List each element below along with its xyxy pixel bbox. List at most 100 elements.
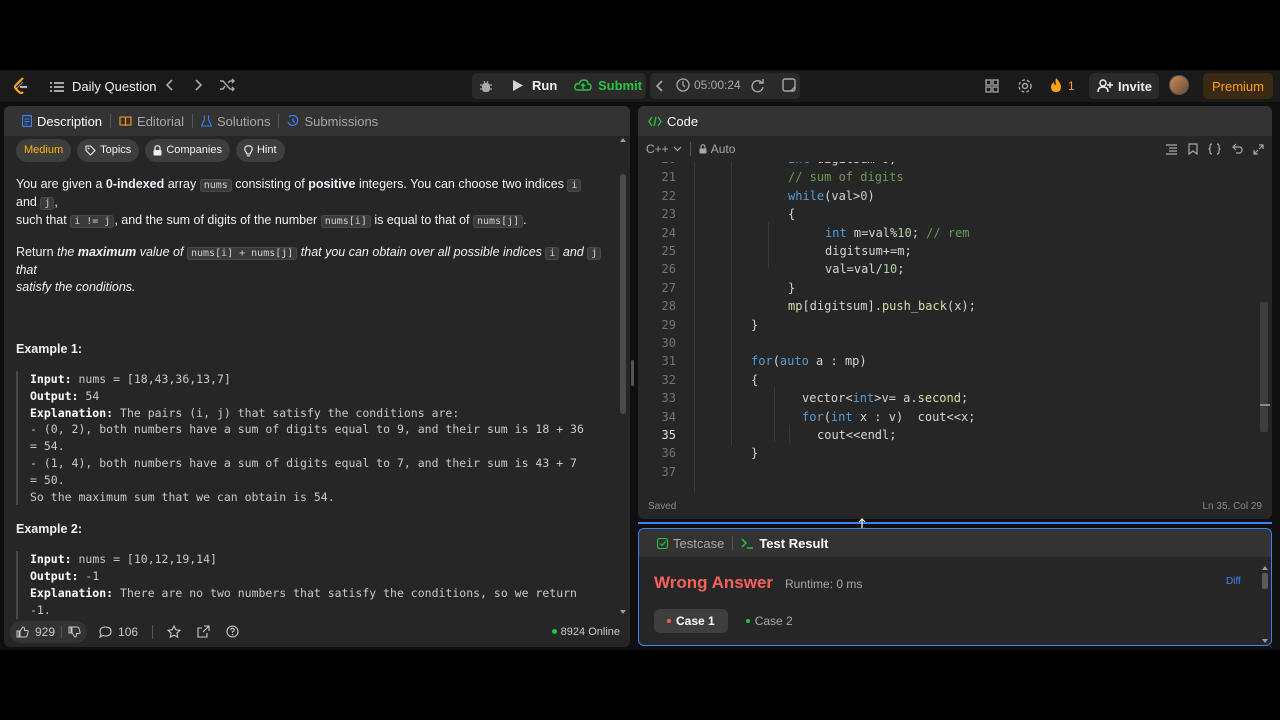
online-indicator: 8924 Online — [551, 626, 620, 638]
tab-description[interactable]: Description — [14, 106, 110, 136]
settings-gear-icon[interactable] — [1017, 78, 1033, 94]
text: is equal to that of — [370, 213, 474, 227]
line-number-text: 21 — [661, 170, 676, 185]
topics-label: Topics — [100, 144, 132, 156]
line-number-text: 34 — [661, 409, 676, 424]
inline-code: i — [567, 179, 582, 192]
tab-test-result[interactable]: Test Result — [733, 529, 836, 557]
avatar[interactable] — [1169, 75, 1189, 95]
example-2-title: Example 2: — [16, 522, 83, 537]
line-number-text: 27 — [661, 280, 676, 295]
code-tabbar: Code — [638, 106, 1272, 136]
submit-button[interactable]: Submit — [574, 78, 642, 93]
line-number-text: 33 — [661, 391, 676, 406]
indent-guide — [789, 425, 790, 443]
run-button[interactable]: Run — [512, 78, 557, 93]
text-italic: and — [559, 245, 588, 259]
lock-icon — [699, 144, 707, 154]
case-tabs: Case 1 Case 2 — [654, 609, 801, 633]
thumbs-down-icon[interactable] — [68, 626, 81, 638]
comments-button[interactable]: 106 — [99, 625, 138, 639]
lock-icon — [153, 145, 162, 156]
case-tab-1[interactable]: Case 1 — [654, 609, 728, 633]
description-scrollbar[interactable] — [618, 136, 628, 616]
play-icon — [512, 79, 524, 92]
code-editor[interactable]: 202122232425262728293031323334353637 int… — [638, 162, 1272, 492]
chip-row: Medium Topics Companies Hint — [16, 139, 604, 162]
layout-icon[interactable] — [985, 79, 999, 93]
horizontal-resize-handle[interactable] — [638, 522, 1272, 524]
result-scrollbar[interactable] — [1261, 565, 1269, 645]
streak-count: 1 — [1068, 78, 1075, 93]
text: You are given a — [16, 177, 106, 191]
editor-scrollbar[interactable] — [1260, 302, 1268, 432]
tab-submissions[interactable]: Submissions — [279, 106, 386, 136]
invite-button[interactable]: Invite — [1089, 73, 1159, 99]
diff-toggle[interactable]: Diff — [1226, 576, 1241, 587]
language-select[interactable]: C++ — [646, 142, 682, 156]
tab-solutions[interactable]: Solutions — [193, 106, 278, 136]
collapse-timer-icon[interactable] — [655, 79, 665, 93]
inline-code: nums[i] — [320, 215, 371, 228]
panel-resize-handle[interactable] — [631, 360, 634, 386]
explanation-line: = 54. — [30, 439, 65, 454]
text: and — [16, 195, 41, 209]
example-2-input: Input: nums = [10,12,19,14] — [30, 551, 604, 568]
premium-button[interactable]: Premium — [1203, 73, 1273, 99]
timer[interactable]: 05:00:24 — [676, 78, 741, 92]
share-icon[interactable] — [197, 625, 210, 638]
inline-code: j — [587, 247, 602, 260]
list-icon — [50, 81, 64, 93]
thumbs-up-icon[interactable] — [16, 625, 29, 638]
text-italic: satisfy the conditions. — [16, 280, 136, 294]
mode-value: Auto — [710, 142, 736, 156]
note-icon[interactable] — [782, 78, 796, 92]
text: Return — [16, 245, 57, 259]
book-icon — [119, 115, 132, 127]
example-1-explanation: Explanation: The pairs (i, j) that satis… — [30, 405, 604, 422]
online-dot — [551, 629, 557, 634]
hint-chip[interactable]: Hint — [235, 139, 285, 162]
help-icon[interactable] — [226, 625, 239, 638]
next-problem-icon[interactable] — [192, 78, 204, 92]
reset-timer-icon[interactable] — [750, 78, 765, 93]
vote-group: 929 — [10, 620, 88, 643]
format-icon[interactable] — [1165, 143, 1178, 155]
braces-icon[interactable] — [1208, 143, 1221, 155]
explanation-text: There are no two numbers that satisfy th… — [113, 585, 577, 600]
explanation-line: = 50. — [30, 472, 65, 487]
hint-label: Hint — [256, 144, 277, 156]
explanation-line: - (1, 4), both numbers have a sum of dig… — [30, 455, 577, 470]
debug-icon[interactable] — [479, 79, 493, 93]
output-label: Output: — [30, 569, 79, 584]
star-icon[interactable] — [167, 625, 182, 638]
output-value: -1 — [78, 569, 100, 584]
invite-label: Invite — [1118, 78, 1152, 94]
fail-dot — [667, 619, 671, 623]
expand-icon[interactable] — [1253, 143, 1264, 155]
companies-chip[interactable]: Companies — [145, 139, 230, 162]
checkbox-icon — [657, 537, 668, 549]
description-footer: 929 106 8924 Online — [4, 616, 630, 647]
tab-testcase[interactable]: Testcase — [649, 529, 732, 557]
problem-list-button[interactable]: Daily Question — [50, 79, 157, 94]
tab-editorial[interactable]: Editorial — [111, 106, 192, 136]
streak-counter[interactable]: 1 — [1050, 78, 1075, 93]
tab-code[interactable]: Code — [648, 106, 706, 136]
input-label: Input: — [30, 372, 72, 386]
case-2-label: Case 2 — [754, 614, 793, 628]
editor-actions — [1165, 143, 1264, 155]
clock-icon — [676, 78, 690, 92]
prev-problem-icon[interactable] — [164, 78, 176, 92]
auto-mode-toggle[interactable]: Auto — [699, 142, 736, 156]
undo-icon[interactable] — [1231, 143, 1243, 155]
case-tab-2[interactable]: Case 2 — [738, 609, 801, 633]
line-number-text: 31 — [661, 354, 676, 369]
topics-chip[interactable]: Topics — [77, 139, 140, 162]
code-toolbar: C++ Auto — [638, 136, 1272, 162]
bookmark-icon[interactable] — [1188, 143, 1198, 155]
save-status: Saved — [648, 500, 677, 512]
logo-icon[interactable] — [12, 76, 30, 96]
run-label: Run — [532, 78, 558, 93]
shuffle-icon[interactable] — [219, 78, 235, 92]
